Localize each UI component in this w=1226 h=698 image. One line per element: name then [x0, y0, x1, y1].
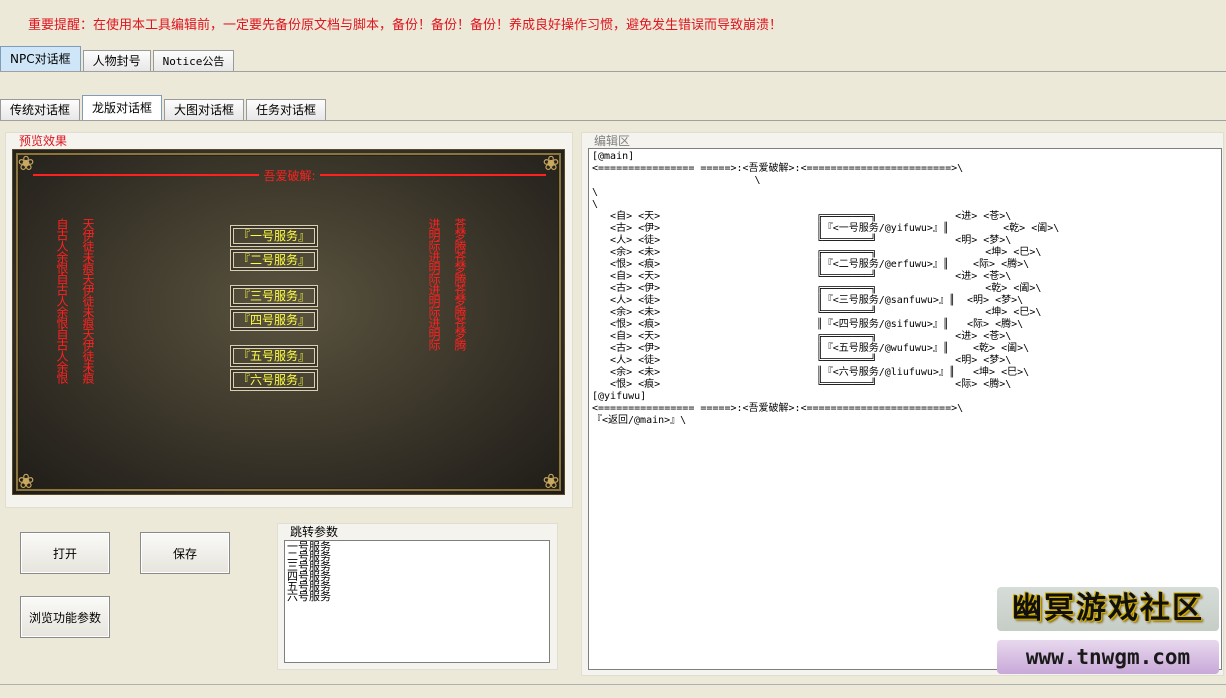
editor-label: 编辑区 [594, 134, 631, 148]
editor-line: <自> <天> ╔════════╗ <进> <苍>\ [592, 211, 1012, 222]
ornament-icon: ❀ [17, 469, 35, 493]
vertical-text: 自古人余恨自古人余恨自古人余恨 [55, 218, 69, 383]
editor-line: <================ =====>:<吾爱破解>:<=======… [592, 163, 964, 174]
editor-line: <恨> <痕> ╚════════╝ <际> <腾>\ [592, 379, 1012, 390]
tab-divider [0, 71, 1226, 72]
editor-line: <人> <徒> ╚════════╝ <明> <梦>\ [592, 235, 1012, 246]
preview-canvas: ❀ ❀ ❀ ❀ 吾爱破解: 自古人余恨自古人余恨自古人余恨 天伊徒未痕天伊徒未痕… [12, 149, 565, 495]
editor-line: <人> <徒> ║『<三号服务/@sanfuwu>』║ <明> <梦>\ [592, 295, 1024, 306]
editor-line: [@yifuwu] [592, 391, 647, 402]
editor-line: 『<返回/@main>』\ [592, 415, 687, 426]
editor-line: \ [592, 199, 599, 210]
editor-line: <余> <未> ║『<六号服务/@liufuwu>』║ <坤> <巳>\ [592, 367, 1030, 378]
preview-service-button[interactable]: 『六号服务』 [230, 369, 318, 391]
editor-line: <余> <未> ╔════════╗ <坤> <巳>\ [592, 247, 1042, 258]
preview-service-button[interactable]: 『二号服务』 [230, 249, 318, 271]
tab-character-title[interactable]: 人物封号 [82, 50, 151, 72]
sub-tab-bar: 传统对话框 龙版对话框 大图对话框 任务对话框 [0, 95, 328, 121]
list-item[interactable]: 六号服务 [287, 591, 547, 602]
preview-service-button[interactable]: 『五号服务』 [230, 345, 318, 367]
jump-params-list[interactable]: 一号服务 二号服务 三号服务 四号服务 五号服务 六号服务 [284, 540, 550, 663]
preview-header-title: 吾爱破解: [263, 168, 316, 183]
save-button-label: 保存 [172, 546, 197, 561]
editor-line: <恨> <痕> ║『<二号服务/@erfuwu>』║ <际> <腾>\ [592, 259, 1030, 270]
preview-service-button[interactable]: 『一号服务』 [230, 225, 318, 247]
status-divider [0, 684, 1226, 685]
open-button[interactable]: 打开 [20, 532, 110, 574]
editor-line: <人> <徒> ╚════════╝ <明> <梦>\ [592, 355, 1012, 366]
editor-line: <自> <天> ╔════════╗ <进> <苍>\ [592, 331, 1012, 342]
tab-task-dialog[interactable]: 任务对话框 [246, 99, 327, 121]
editor-line: [@main] [592, 151, 635, 162]
tab-bigimage-dialog[interactable]: 大图对话框 [164, 99, 245, 121]
main-tab-bar: NPC对话框 人物封号 Notice公告 [0, 46, 236, 72]
editor-line: <古> <伊> ╔════════╗ <乾> <阖>\ [592, 283, 1042, 294]
editor-line: \ [592, 175, 761, 186]
tab-dragon-dialog[interactable]: 龙版对话框 [82, 95, 163, 121]
warning-banner: 重要提醒：在使用本工具编辑前，一定要先备份原文档与脚本，备份！备份！备份！养成良… [28, 18, 783, 33]
site-url: www.tnwgm.com [997, 640, 1219, 674]
browse-params-label: 浏览功能参数 [28, 610, 101, 625]
editor-line: <余> <未> ╚════════╝ <坤> <巳>\ [592, 307, 1042, 318]
preview-header: 吾爱破解: [33, 168, 547, 183]
tab-npc-dialog[interactable]: NPC对话框 [0, 46, 81, 72]
jump-params-label: 跳转参数 [290, 525, 339, 539]
subtab-divider [0, 120, 1226, 121]
editor-line: <恨> <痕> ║『<四号服务/@sifuwu>』║ <际> <腾>\ [592, 319, 1024, 330]
save-button[interactable]: 保存 [140, 532, 230, 574]
site-logo: 幽冥游戏社区 [997, 587, 1219, 631]
ornament-icon: ❀ [542, 469, 560, 493]
vertical-text: 苍梦腾苍梦腾苍梦腾苍梦腾 [453, 218, 467, 350]
editor-line: <自> <天> ╚════════╝ <进> <苍>\ [592, 271, 1012, 282]
vertical-text: 进明际进明际进明际进明际 [427, 218, 441, 350]
preview-service-button[interactable]: 『三号服务』 [230, 285, 318, 307]
editor-line: <古> <伊> ║『<一号服务/@yifuwu>』║ <乾> <阖>\ [592, 223, 1060, 234]
editor-line: <================ =====>:<吾爱破解>:<=======… [592, 403, 964, 414]
preview-label: 预览效果 [19, 134, 68, 148]
editor-line: \ [592, 187, 599, 198]
vertical-text: 天伊徒未痕天伊徒未痕天伊徒未痕 [81, 218, 95, 383]
open-button-label: 打开 [52, 546, 77, 561]
editor-line: <古> <伊> ║『<五号服务/@wufuwu>』║ <乾> <阖>\ [592, 343, 1030, 354]
browse-params-button[interactable]: 浏览功能参数 [20, 596, 110, 638]
tab-traditional-dialog[interactable]: 传统对话框 [0, 99, 81, 121]
preview-service-button[interactable]: 『四号服务』 [230, 309, 318, 331]
tab-notice[interactable]: Notice公告 [152, 50, 235, 72]
